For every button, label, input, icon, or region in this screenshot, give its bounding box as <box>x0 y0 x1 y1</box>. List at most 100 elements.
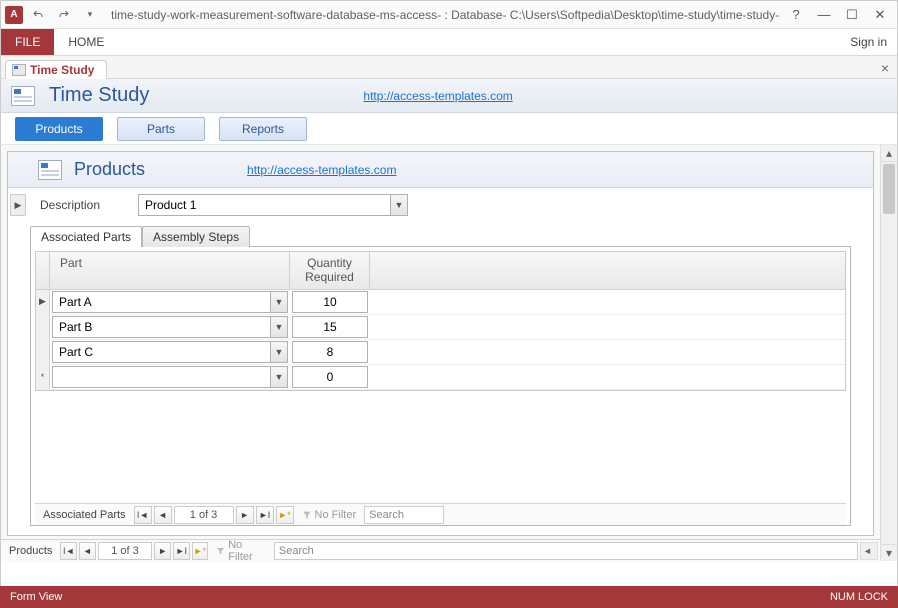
description-label: Description <box>34 198 130 212</box>
window-titlebar: A ▾ time-study-work-measurement-software… <box>1 1 897 29</box>
table-row: ▼ <box>36 340 845 365</box>
associated-parts-panel: Part Quantity Required ▶▼▼▼*▼ Associated… <box>30 246 851 526</box>
nav-position[interactable]: 1 of 3 <box>174 506 234 524</box>
sign-in-link[interactable]: Sign in <box>840 29 897 55</box>
app-icon: A <box>5 6 23 24</box>
form-icon <box>38 160 62 180</box>
subform-header: Products http://access-templates.com <box>8 152 873 188</box>
filter-indicator[interactable]: No Filter <box>296 509 363 521</box>
description-input[interactable] <box>138 194 390 216</box>
form-header: Time Study http://access-templates.com <box>1 79 897 113</box>
col-part[interactable]: Part <box>50 252 290 289</box>
row-selector[interactable]: ▶ <box>36 290 50 314</box>
nav-next-button[interactable]: ► <box>154 542 171 560</box>
col-qty-line2: Required <box>305 270 354 284</box>
subform-title: Products <box>74 159 145 180</box>
dropdown-icon[interactable]: ▼ <box>270 316 288 338</box>
col-quantity[interactable]: Quantity Required <box>290 252 370 289</box>
window-title: time-study-work-measurement-software-dat… <box>105 8 779 22</box>
ribbon: FILE HOME Sign in <box>1 29 897 55</box>
row-selector[interactable]: * <box>36 365 50 389</box>
quantity-input[interactable] <box>292 341 368 363</box>
nav-first-button[interactable]: I◄ <box>134 506 152 524</box>
vertical-scrollbar[interactable]: ▴ ▾ <box>880 145 897 561</box>
nav-products[interactable]: Products <box>15 117 103 141</box>
inner-record-nav: Associated Parts I◄ ◄ 1 of 3 ► ►I ►* No … <box>35 503 846 525</box>
horizontal-scrollbar[interactable]: ◄ <box>860 542 878 560</box>
row-selector[interactable] <box>36 340 50 364</box>
part-input[interactable] <box>52 341 270 363</box>
document-tab-time-study[interactable]: Time Study <box>5 60 107 79</box>
nav-new-button[interactable]: ►* <box>276 506 294 524</box>
filter-indicator[interactable]: No Filter <box>210 539 272 562</box>
tab-assembly-steps[interactable]: Assembly Steps <box>142 226 250 247</box>
no-filter-label: No Filter <box>315 509 357 521</box>
part-combo[interactable]: ▼ <box>52 291 288 313</box>
nav-first-button[interactable]: I◄ <box>60 542 77 560</box>
grid-search-input[interactable] <box>364 506 444 524</box>
part-combo[interactable]: ▼ <box>52 366 288 388</box>
home-tab[interactable]: HOME <box>54 29 118 55</box>
nav-position[interactable]: 1 of 3 <box>98 542 153 560</box>
qat-customize-button[interactable]: ▾ <box>79 4 101 26</box>
table-row: *▼ <box>36 365 845 390</box>
part-input[interactable] <box>52 366 270 388</box>
form-icon <box>11 86 35 106</box>
nav-prev-button[interactable]: ◄ <box>154 506 172 524</box>
products-subform: Products http://access-templates.com ▶ D… <box>7 151 874 536</box>
header-link[interactable]: http://access-templates.com <box>363 89 512 103</box>
parts-grid: Part Quantity Required ▶▼▼▼*▼ <box>35 251 846 391</box>
nav-new-button[interactable]: ►* <box>192 542 209 560</box>
help-button[interactable]: ? <box>783 4 809 26</box>
recnav-label: Associated Parts <box>37 509 132 521</box>
form-icon <box>12 64 26 76</box>
row-selector[interactable] <box>36 315 50 339</box>
document-tabstrip: Time Study × <box>1 55 897 79</box>
nav-last-button[interactable]: ►I <box>256 506 274 524</box>
nav-reports[interactable]: Reports <box>219 117 307 141</box>
outer-record-nav: Products I◄ ◄ 1 of 3 ► ►I ►* No Filter ◄ <box>1 539 880 561</box>
nav-prev-button[interactable]: ◄ <box>79 542 96 560</box>
subform-link[interactable]: http://access-templates.com <box>247 163 396 177</box>
form-search-input[interactable] <box>274 542 858 560</box>
nav-parts[interactable]: Parts <box>117 117 205 141</box>
dropdown-icon[interactable]: ▼ <box>390 194 408 216</box>
close-button[interactable]: ✕ <box>867 4 893 26</box>
nav-bar: Products Parts Reports <box>1 113 897 145</box>
tab-associated-parts[interactable]: Associated Parts <box>30 226 142 247</box>
no-filter-label: No Filter <box>228 539 266 562</box>
grid-header: Part Quantity Required <box>36 252 845 290</box>
part-input[interactable] <box>52 316 270 338</box>
redo-button[interactable] <box>53 4 75 26</box>
scroll-down-button[interactable]: ▾ <box>881 544 897 561</box>
file-tab[interactable]: FILE <box>1 29 54 55</box>
dropdown-icon[interactable]: ▼ <box>270 291 288 313</box>
status-numlock: NUM LOCK <box>830 591 888 603</box>
record-selector[interactable]: ▶ <box>10 194 26 216</box>
document-tab-label: Time Study <box>30 63 94 77</box>
part-combo[interactable]: ▼ <box>52 316 288 338</box>
part-combo[interactable]: ▼ <box>52 341 288 363</box>
scroll-up-button[interactable]: ▴ <box>881 145 897 162</box>
scroll-thumb[interactable] <box>883 164 895 214</box>
undo-button[interactable] <box>27 4 49 26</box>
nav-last-button[interactable]: ►I <box>173 542 190 560</box>
quantity-input[interactable] <box>292 366 368 388</box>
maximize-button[interactable]: ☐ <box>839 4 865 26</box>
document-close-button[interactable]: × <box>881 60 889 76</box>
sub-tabs: Associated Parts Assembly Steps <box>8 222 873 246</box>
recnav-label: Products <box>3 545 58 557</box>
form-title: Time Study <box>49 84 149 107</box>
description-row: ▶ Description ▼ <box>8 188 873 222</box>
status-view-mode: Form View <box>10 591 62 603</box>
dropdown-icon[interactable]: ▼ <box>270 366 288 388</box>
status-bar: Form View NUM LOCK <box>0 586 898 608</box>
quantity-input[interactable] <box>292 316 368 338</box>
description-combo[interactable]: ▼ <box>138 194 408 216</box>
part-input[interactable] <box>52 291 270 313</box>
quantity-input[interactable] <box>292 291 368 313</box>
minimize-button[interactable]: — <box>811 4 837 26</box>
dropdown-icon[interactable]: ▼ <box>270 341 288 363</box>
nav-next-button[interactable]: ► <box>236 506 254 524</box>
main-area: Products http://access-templates.com ▶ D… <box>1 145 897 561</box>
